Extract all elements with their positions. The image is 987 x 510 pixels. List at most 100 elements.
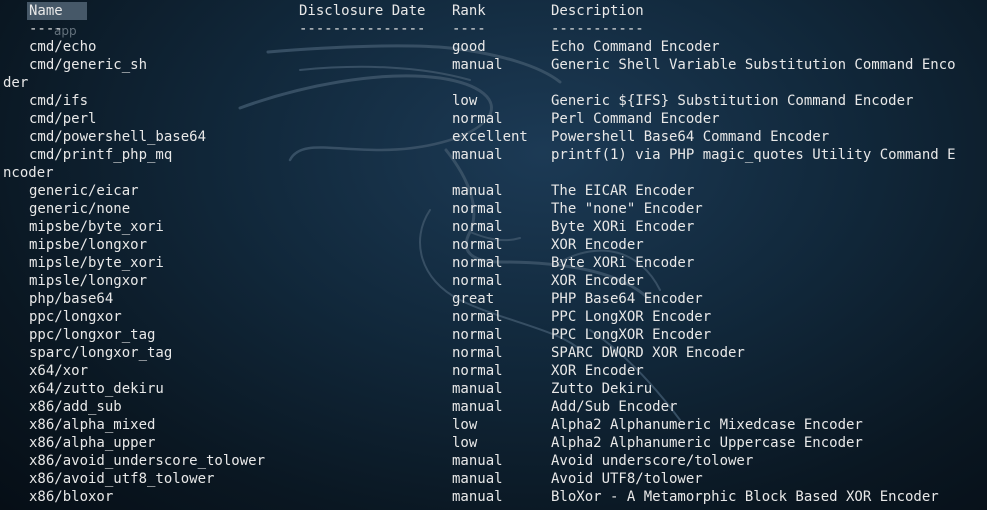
encoder-description: SPARC DWORD XOR Encoder [551,345,745,361]
terminal-window[interactable]: app Name Disclosure Date Rank Descriptio… [0,0,987,510]
encoder-description: Powershell Base64 Command Encoder [551,129,830,145]
table-row: mipsbe/byte_xori normal Byte XORi Encoder [3,218,987,236]
encoder-name: x86/bloxor [29,489,114,505]
encoder-rank: manual [452,147,503,163]
encoder-name: cmd/powershell_base64 [29,129,207,145]
encoder-rank: normal [452,255,503,271]
table-row: x86/alpha_upper low Alpha2 Alphanumeric Up… [3,434,987,452]
encoder-rank: low [452,417,478,433]
encoder-name: mipsle/byte_xori [29,255,164,271]
encoder-name: x86/alpha_upper [29,435,156,451]
encoder-rank: normal [452,237,503,253]
encoder-rank: low [452,435,478,451]
encoder-name: cmd/ifs [29,93,89,109]
encoder-rank: low [452,93,478,109]
encoder-description: PPC LongXOR Encoder [551,327,712,343]
wrapped-line: der [3,74,987,92]
table-row: x86/bloxor manual BloXor - A Metamorphic B… [3,488,987,506]
table-row: x64/zutto_dekiru manual Zutto Dekiru [3,380,987,398]
table-row: generic/none normal The "none" Encoder [3,200,987,218]
encoder-description: Avoid UTF8/tolower [551,471,703,487]
encoder-name: mipsbe/longxor [29,237,148,253]
header-rank: Rank [452,3,486,19]
encoder-name: cmd/printf_php_mq [29,147,173,163]
encoder-rank: manual [452,453,503,469]
table-row: ppc/longxor_tag normal PPC LongXOR Encoder [3,326,987,344]
encoder-name: generic/eicar [29,183,139,199]
encoder-description: The EICAR Encoder [551,183,695,199]
encoder-name: ppc/longxor [29,309,122,325]
encoder-name: php/base64 [29,291,114,307]
encoder-rank: manual [452,57,503,73]
encoder-table: Name Disclosure Date Rank Description --… [3,2,987,506]
encoder-name: x86/add_sub [29,399,122,415]
encoder-description: The "none" Encoder [551,201,703,217]
encoder-description: Byte XORi Encoder [551,255,695,271]
header-description: Description [551,3,644,19]
encoder-rank: great [452,291,495,307]
table-row: x86/add_sub manual Add/Sub Encoder [3,398,987,416]
encoder-name: cmd/perl [29,111,97,127]
encoder-rank: normal [452,201,503,217]
encoder-description: PHP Base64 Encoder [551,291,703,307]
encoder-rank: manual [452,381,503,397]
encoder-description: Zutto Dekiru [551,381,653,397]
encoder-rank: normal [452,309,503,325]
encoder-name: x86/alpha_mixed [29,417,156,433]
encoder-description: Add/Sub Encoder [551,399,678,415]
table-row: cmd/ifs low Generic ${IFS} Substitution Co… [3,92,987,110]
encoder-name: x64/zutto_dekiru [29,381,164,397]
wrapped-description-tail: ncoder [3,165,54,181]
encoder-name: generic/none [29,201,131,217]
table-separator: ---- --------------- ---- ----------- [3,20,987,38]
table-row: sparc/longxor_tag normal SPARC DWORD XOR E… [3,344,987,362]
table-row: x64/xor normal XOR Encoder [3,362,987,380]
header-name: Name [27,2,87,20]
encoder-name: ppc/longxor_tag [29,327,156,343]
table-row: mipsbe/longxor normal XOR Encoder [3,236,987,254]
table-row: mipsle/longxor normal XOR Encoder [3,272,987,290]
table-row: cmd/echo good Echo Command Encoder [3,38,987,56]
encoder-rank: good [452,39,486,55]
encoder-rank: normal [452,327,503,343]
encoder-description: PPC LongXOR Encoder [551,309,712,325]
table-row: ppc/longxor normal PPC LongXOR Encoder [3,308,987,326]
table-row: x86/alpha_mixed low Alpha2 Alphanumeric Mi… [3,416,987,434]
encoder-name: x86/avoid_underscore_tolower [29,453,266,469]
encoder-rank: excellent [452,129,528,145]
encoder-description: Echo Command Encoder [551,39,720,55]
wrapped-line: ncoder [3,164,987,182]
table-row: generic/eicar manual The EICAR Encoder [3,182,987,200]
encoder-description: XOR Encoder [551,273,644,289]
encoder-description: BloXor - A Metamorphic Block Based XOR E… [551,489,939,505]
encoder-rank: manual [452,183,503,199]
table-row: cmd/generic_sh manual Generic Shell Variab… [3,56,987,74]
encoder-name: mipsbe/byte_xori [29,219,164,235]
header-disclosure-date: Disclosure Date [299,3,426,19]
encoder-description: Avoid underscore/tolower [551,453,754,469]
table-row: cmd/powershell_base64 excellent Powershell… [3,128,987,146]
encoder-rank: manual [452,471,503,487]
table-row: cmd/perl normal Perl Command Encoder [3,110,987,128]
encoder-rank: normal [452,273,503,289]
encoder-rank: manual [452,399,503,415]
encoder-rank: normal [452,363,503,379]
encoder-rank: normal [452,345,503,361]
table-row: x86/avoid_underscore_tolower manual Avoid … [3,452,987,470]
table-row: php/base64 great PHP Base64 Encoder [3,290,987,308]
separator-rank: ---- [452,21,486,37]
table-row: cmd/printf_php_mq manual printf(1) via PHP… [3,146,987,164]
encoder-description: Byte XORi Encoder [551,219,695,235]
separator-description: ----------- [551,21,644,37]
separator-date: --------------- [299,21,426,37]
encoder-description: XOR Encoder [551,237,644,253]
encoder-name: cmd/generic_sh [29,57,148,73]
encoder-description: XOR Encoder [551,363,644,379]
table-row: x86/avoid_utf8_tolower manual Avoid UTF8/t… [3,470,987,488]
encoder-name: x64/xor [29,363,89,379]
encoder-description: printf(1) via PHP magic_quotes Utility C… [551,147,956,163]
encoder-rank: normal [452,111,503,127]
separator-name: ---- [29,21,63,37]
encoder-description: Alpha2 Alphanumeric Mixedcase Encoder [551,417,863,433]
encoder-rank: normal [452,219,503,235]
